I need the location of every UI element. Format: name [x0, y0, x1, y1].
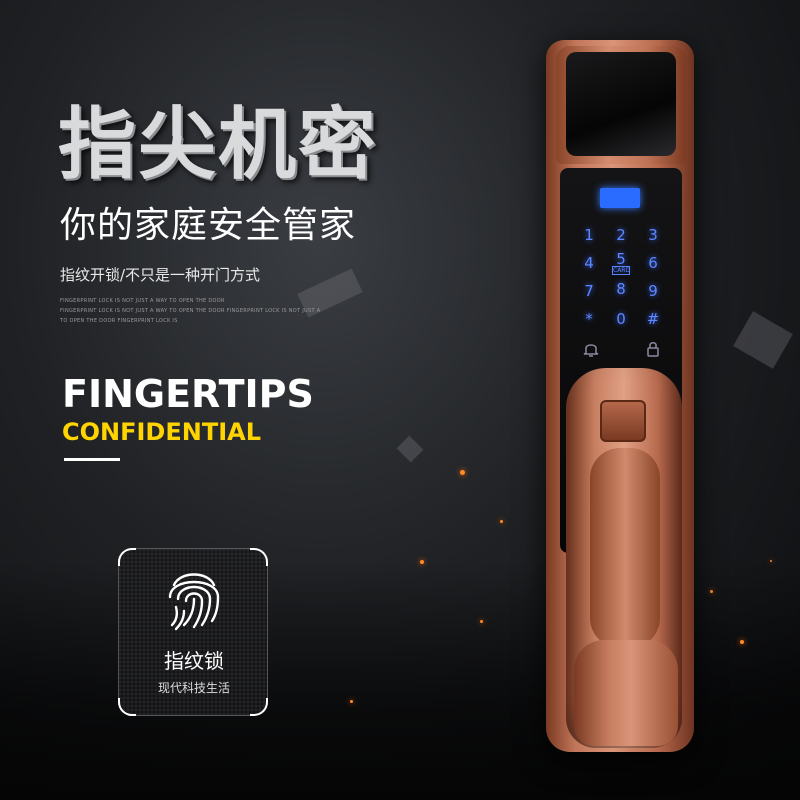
fineprint-line: FINGERPRINT LOCK IS NOT JUST A WAY TO OP… [60, 298, 225, 304]
keypad-key: 4 [584, 254, 594, 272]
fingerprint-badge: 指纹锁 现代科技生活 [118, 548, 268, 716]
spark [710, 590, 713, 593]
fineprint-line: FINGERPRINT LOCK IS NOT JUST A WAY TO OP… [60, 308, 320, 314]
spark [420, 560, 424, 564]
keypad-key: 3 [648, 226, 658, 244]
fingerprint-icon [168, 573, 220, 631]
lcd-display [600, 188, 640, 208]
divider [64, 458, 120, 461]
keypad-key: 9 [648, 282, 658, 300]
spark [480, 620, 483, 623]
fineprint-line: TO OPEN THE DOOR FINGERPRINT LOCK IS [60, 318, 178, 324]
spark [770, 560, 772, 562]
headline: 指尖机密 [58, 100, 379, 190]
keypad-key: * [585, 310, 593, 328]
padlock-icon [647, 342, 659, 357]
door-handle-foot [574, 640, 678, 746]
keypad-key: 0 [616, 310, 626, 328]
bell-icon [583, 344, 599, 357]
keypad-key: # [646, 310, 660, 328]
keypad-key: 6 [648, 254, 658, 272]
keypad-key: 7 [584, 282, 594, 300]
title-english-highlight: CONFIDENTIAL [62, 418, 261, 446]
spark [460, 470, 465, 475]
card-label: CARD [612, 266, 631, 275]
debris-shard [733, 311, 793, 369]
spark [740, 640, 744, 644]
debris-shard [396, 435, 424, 463]
badge-corner [118, 548, 136, 566]
keypad-key: 8 [616, 280, 626, 298]
subheadline: 你的家庭安全管家 [60, 205, 357, 246]
door-lock-glass [566, 52, 676, 156]
keypad-key: 1 [584, 226, 594, 244]
title-english: FINGERTIPS [62, 372, 314, 416]
keypad-key: 2 [616, 226, 626, 244]
badge-title: 指纹锁 [164, 649, 224, 673]
tagline: 指纹开锁/不只是一种开门方式 [60, 266, 261, 284]
fingerprint-sensor [600, 400, 646, 442]
spark [350, 700, 353, 703]
door-handle-neck [590, 448, 660, 648]
spark [500, 520, 503, 523]
badge-subtitle: 现代科技生活 [157, 681, 230, 695]
badge-corner [250, 548, 268, 566]
